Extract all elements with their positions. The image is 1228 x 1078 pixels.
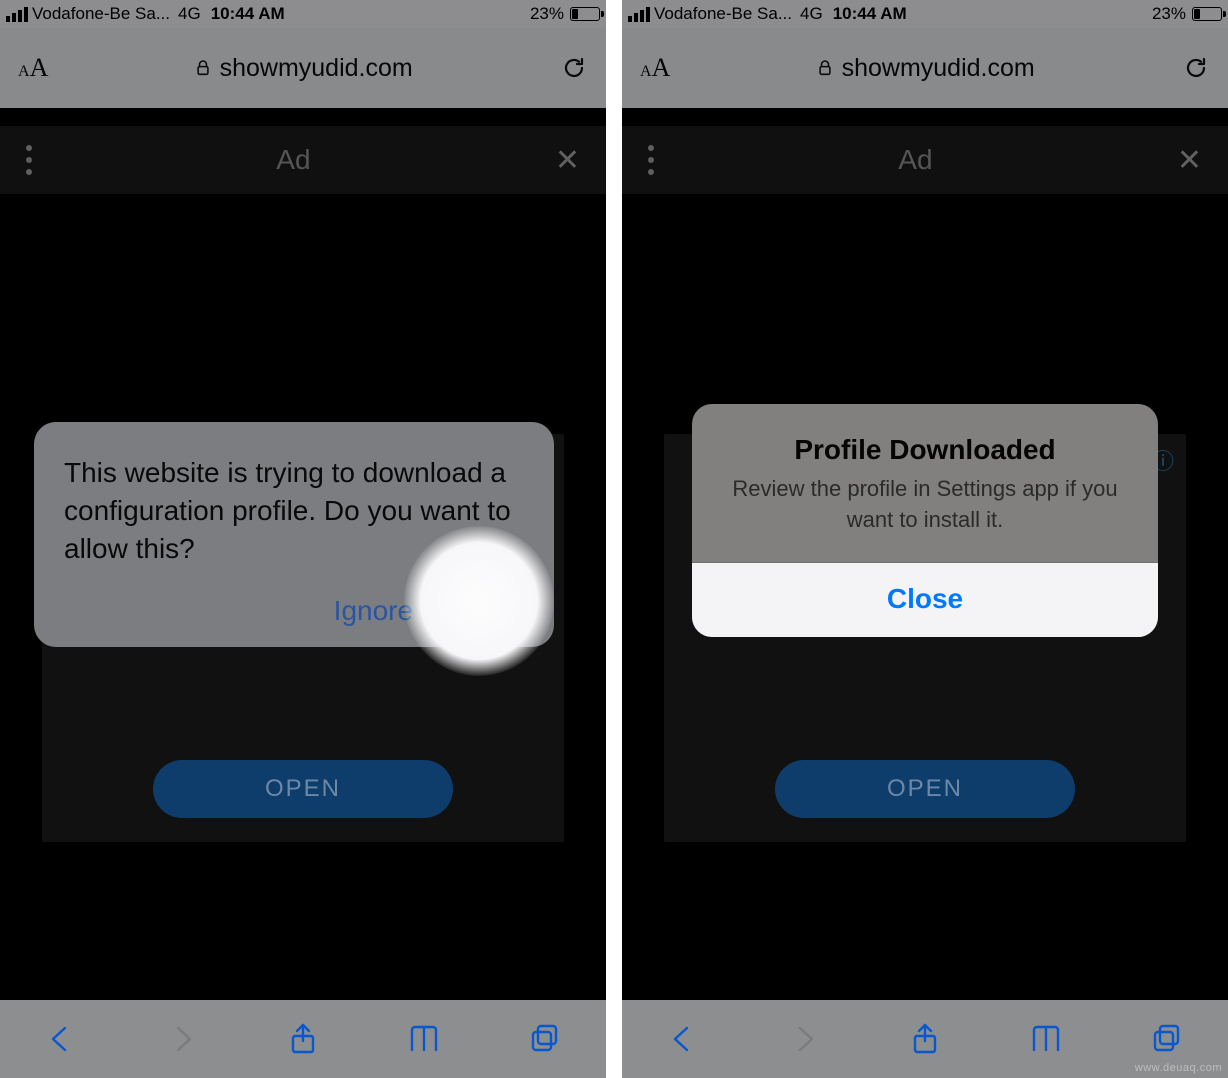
text-size-button[interactable]: AA	[18, 53, 48, 83]
screenshot-left: Vodafone-Be Sa... 4G 10:44 AM 23% AA sho…	[0, 0, 606, 1078]
close-button[interactable]: Close	[692, 562, 1158, 637]
network-label: 4G	[800, 4, 823, 24]
forward-icon	[787, 1022, 821, 1056]
battery-percent: 23%	[1152, 4, 1186, 24]
address-bar[interactable]: AA showmyudid.com	[622, 28, 1228, 108]
ad-label: Ad	[654, 144, 1177, 176]
close-icon[interactable]: ✕	[555, 143, 580, 178]
download-profile-alert: This website is trying to download a con…	[34, 422, 554, 647]
share-icon[interactable]	[286, 1022, 320, 1056]
forward-icon	[165, 1022, 199, 1056]
allow-button[interactable]: Allow	[457, 595, 524, 627]
tabs-icon[interactable]	[528, 1022, 562, 1056]
ad-label: Ad	[32, 144, 555, 176]
signal-icon	[628, 7, 650, 22]
carrier-label: Vodafone-Be Sa...	[654, 4, 792, 24]
close-icon[interactable]: ✕	[1177, 143, 1202, 178]
battery-icon	[570, 7, 600, 21]
url-text: showmyudid.com	[220, 54, 413, 83]
status-bar: Vodafone-Be Sa... 4G 10:44 AM 23%	[0, 0, 606, 28]
network-label: 4G	[178, 4, 201, 24]
lock-icon	[818, 59, 832, 77]
alert-title: Profile Downloaded	[692, 404, 1158, 474]
clock-label: 10:44 AM	[833, 4, 907, 24]
alert-message: This website is trying to download a con…	[64, 454, 524, 567]
signal-icon	[6, 7, 28, 22]
tabs-icon[interactable]	[1150, 1022, 1184, 1056]
lock-icon	[196, 59, 210, 77]
share-icon[interactable]	[908, 1022, 942, 1056]
ad-header: Ad ✕	[0, 126, 606, 194]
battery-icon	[1192, 7, 1222, 21]
bookmarks-icon[interactable]	[407, 1022, 441, 1056]
text-size-button[interactable]: AA	[640, 53, 670, 83]
back-icon[interactable]	[44, 1022, 78, 1056]
carrier-label: Vodafone-Be Sa...	[32, 4, 170, 24]
back-icon[interactable]	[666, 1022, 700, 1056]
reload-icon[interactable]	[1182, 54, 1210, 82]
ad-open-button[interactable]: OPEN	[153, 760, 453, 818]
bookmarks-icon[interactable]	[1029, 1022, 1063, 1056]
ad-open-button[interactable]: OPEN	[775, 760, 1075, 818]
battery-percent: 23%	[530, 4, 564, 24]
alert-body: Review the profile in Settings app if yo…	[692, 474, 1158, 562]
address-bar[interactable]: AA showmyudid.com	[0, 28, 606, 108]
url-text: showmyudid.com	[842, 54, 1035, 83]
watermark: www.deuaq.com	[1135, 1062, 1222, 1074]
ad-header: Ad ✕	[622, 126, 1228, 194]
clock-label: 10:44 AM	[211, 4, 285, 24]
ignore-button[interactable]: Ignore	[334, 595, 413, 627]
screenshot-right: Vodafone-Be Sa... 4G 10:44 AM 23% AA sho…	[622, 0, 1228, 1078]
safari-toolbar	[0, 1000, 606, 1078]
status-bar: Vodafone-Be Sa... 4G 10:44 AM 23%	[622, 0, 1228, 28]
reload-icon[interactable]	[560, 54, 588, 82]
profile-downloaded-alert: Profile Downloaded Review the profile in…	[692, 404, 1158, 637]
